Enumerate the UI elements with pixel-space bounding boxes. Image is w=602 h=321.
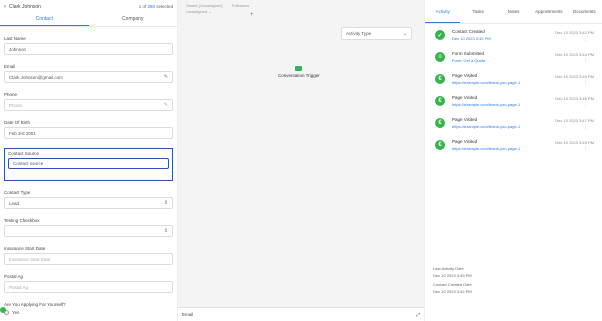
activity-item: € Page Visited https://example.com/thank-…: [425, 116, 602, 138]
field-email: Email Clark.Johnson@gmail.com ✎: [4, 64, 173, 83]
edit-icon[interactable]: ✎: [164, 74, 168, 80]
radio-option-yes[interactable]: Yes: [4, 310, 173, 315]
edit-icon[interactable]: ✎: [164, 102, 168, 108]
user-check-icon: ✓: [435, 30, 445, 40]
page-icon: €: [435, 74, 445, 84]
testing-checkbox-select[interactable]: ⇕: [4, 225, 173, 237]
add-follower-icon[interactable]: +: [250, 12, 254, 18]
chevron-updown-icon: ⇕: [163, 228, 168, 234]
activity-type-dropdown[interactable]: Activity Type ⌄: [341, 27, 412, 40]
page-icon: €: [435, 96, 445, 106]
activity-item: ✓ Contact Created Dec 10 2023 3:42 PM Dec…: [425, 28, 602, 50]
activity-list: ✓ Contact Created Dec 10 2023 3:42 PM Dec…: [425, 28, 602, 160]
last-name-input[interactable]: Johnson: [4, 43, 173, 55]
tab-activity[interactable]: Activity: [425, 0, 461, 23]
contact-name: Clark Johnson: [9, 3, 41, 10]
tab-tasks[interactable]: Tasks: [460, 0, 495, 23]
selection-count: 1 of 280 selected: [138, 4, 173, 9]
chevron-updown-icon: ⇕: [163, 200, 168, 206]
expand-icon[interactable]: ⤢: [416, 312, 420, 317]
followers-label[interactable]: Followers: [232, 3, 249, 8]
insurance-start-date-input[interactable]: Insurance Start Date: [4, 253, 173, 265]
field-testing-checkbox: Testing Checkbox ⇕: [4, 218, 173, 237]
workflow-panel: Owner (Unassigned) Unassigned ⌄ Follower…: [178, 0, 424, 321]
field-insurance-start-date: Insurance Start Date Insurance Start Dat…: [4, 246, 173, 265]
chevron-down-icon: ⌄: [403, 30, 407, 36]
activity-item: ≡ Form Submitted Form: Get a Quote Dec 10…: [425, 50, 602, 72]
date-of-birth-input[interactable]: Feb 3rd 2001: [4, 127, 173, 139]
contact-tabs: Contact Company: [0, 13, 177, 27]
tab-documents[interactable]: Documents: [567, 0, 602, 23]
field-postal-ag: Postal Ag Postal Ag: [4, 274, 173, 293]
contact-type-select[interactable]: Lead ⇕: [4, 197, 173, 209]
contact-source-input[interactable]: Contact source: [8, 158, 169, 169]
field-date-of-birth: Date Of Birth Feb 3rd 2001: [4, 120, 173, 139]
form-icon: ≡: [435, 52, 445, 62]
more-options-icon[interactable]: ⋮: [583, 102, 588, 108]
field-contact-type: Contact Type Lead ⇕: [4, 190, 173, 209]
contact-panel: ‹ Clark Johnson 1 of 280 selected Contac…: [0, 0, 178, 321]
chat-icon: [295, 66, 302, 71]
conversation-trigger-label: Conversation Trigger: [278, 73, 320, 78]
tab-company[interactable]: Company: [89, 13, 178, 26]
more-options-icon[interactable]: ⋮: [583, 36, 588, 42]
tab-contact[interactable]: Contact: [0, 13, 89, 26]
status-dot-icon: [0, 307, 6, 313]
activity-item: € Page Visited https://example.com/thank-…: [425, 138, 602, 160]
page-icon: €: [435, 118, 445, 128]
back-arrow-icon[interactable]: ‹: [4, 4, 6, 10]
field-last-name: Last Name Johnson: [4, 36, 173, 55]
activity-panel: Activity Tasks Notes Appointments Docume…: [424, 0, 602, 321]
activity-summary: Last Activity Date Dec 10 2023 3:49 PM C…: [433, 266, 472, 294]
email-label: Email: [182, 312, 194, 317]
activity-item: € Page Visited https://example.com/thank-…: [425, 72, 602, 94]
activity-item: € Page Visited https://example.com/thank-…: [425, 94, 602, 116]
email-composer-bar[interactable]: Email ⤢: [178, 307, 424, 321]
tab-appointments[interactable]: Appointments: [531, 0, 566, 23]
email-input[interactable]: Clark.Johnson@gmail.com ✎: [4, 71, 173, 83]
tab-notes[interactable]: Notes: [496, 0, 531, 23]
field-applying-question: Are You Applying For Yourself? Yes: [4, 302, 173, 315]
more-options-icon[interactable]: ⋮: [583, 124, 588, 130]
field-phone: Phone Phone ✎: [4, 92, 173, 111]
page-icon: €: [435, 140, 445, 150]
postal-ag-input[interactable]: Postal Ag: [4, 281, 173, 293]
field-contact-source: Contact Source Contact source: [4, 148, 173, 181]
contact-header: ‹ Clark Johnson 1 of 280 selected: [0, 0, 177, 13]
more-options-icon[interactable]: ⋮: [583, 146, 588, 152]
more-options-icon[interactable]: ⋮: [583, 80, 588, 86]
activity-tabs: Activity Tasks Notes Appointments Docume…: [425, 0, 602, 24]
phone-input[interactable]: Phone ✎: [4, 99, 173, 111]
owner-info[interactable]: Owner (Unassigned) Unassigned ⌄: [186, 3, 223, 15]
more-options-icon[interactable]: ⋮: [583, 58, 588, 64]
